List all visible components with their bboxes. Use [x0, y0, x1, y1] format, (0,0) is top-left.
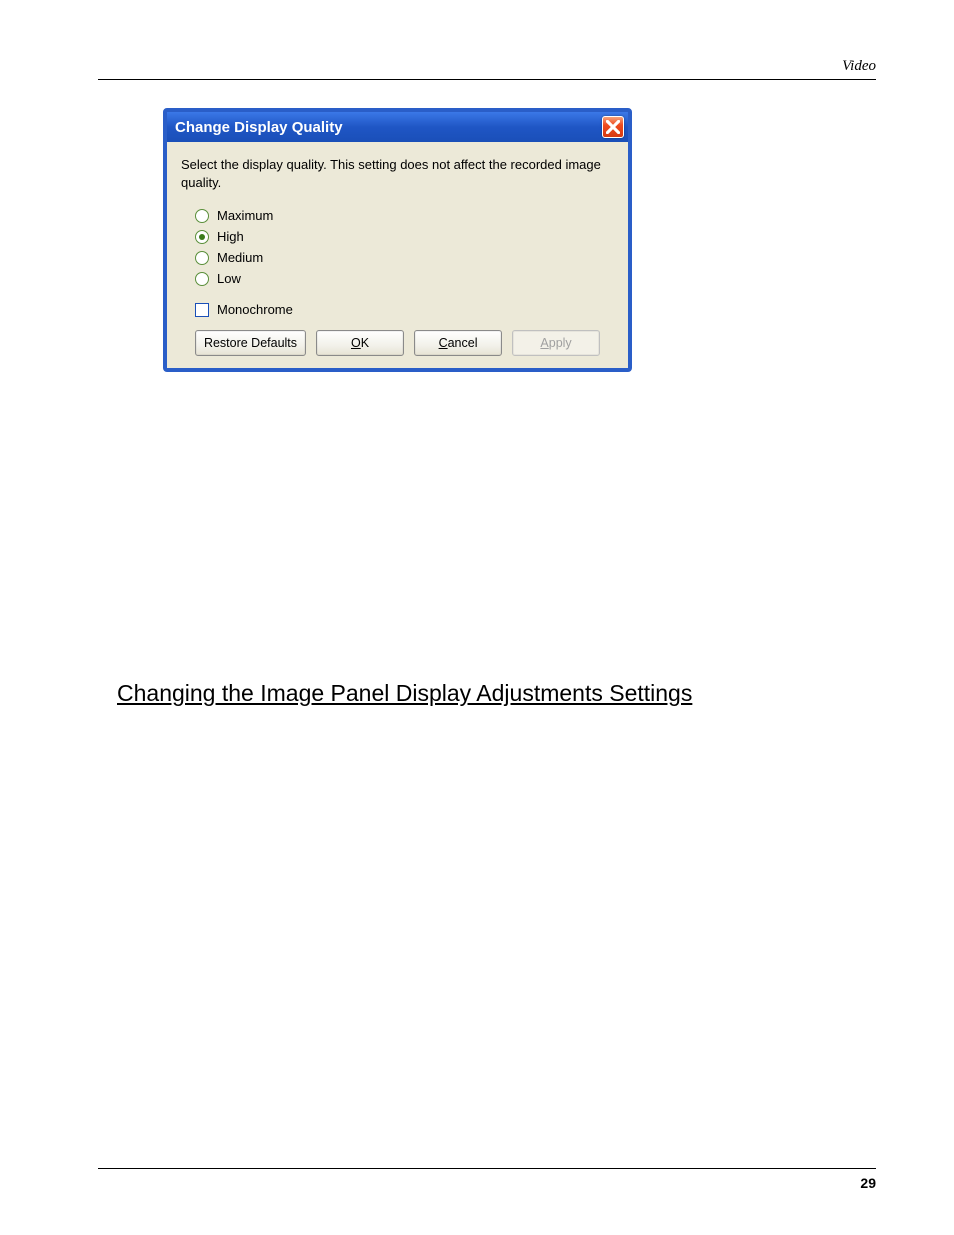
section-heading: Changing the Image Panel Display Adjustm… [117, 680, 692, 707]
radio-label: Low [217, 271, 241, 286]
radio-medium[interactable]: Medium [181, 247, 614, 268]
checkbox-icon [195, 303, 209, 317]
close-icon [606, 120, 620, 134]
page-footer: 29 [98, 1168, 876, 1191]
dialog-instruction: Select the display quality. This setting… [181, 156, 614, 191]
button-label: Cancel [439, 336, 478, 350]
button-label: Restore Defaults [204, 336, 297, 350]
apply-button: Apply [512, 330, 600, 356]
checkbox-monochrome[interactable]: Monochrome [181, 299, 614, 320]
radio-low[interactable]: Low [181, 268, 614, 289]
page-number: 29 [860, 1175, 876, 1191]
dialog-figure: Change Display Quality Select the displa… [163, 108, 632, 372]
radio-maximum[interactable]: Maximum [181, 205, 614, 226]
checkbox-label: Monochrome [217, 302, 293, 317]
radio-high[interactable]: High [181, 226, 614, 247]
radio-icon [195, 209, 209, 223]
close-button[interactable] [602, 116, 624, 138]
restore-defaults-button[interactable]: Restore Defaults [195, 330, 306, 356]
radio-label: Maximum [217, 208, 273, 223]
radio-label: High [217, 229, 244, 244]
page-header-section: Video [842, 58, 876, 74]
cancel-button[interactable]: Cancel [414, 330, 502, 356]
titlebar-text: Change Display Quality [175, 119, 343, 136]
titlebar: Change Display Quality [167, 112, 628, 142]
dialog-window: Change Display Quality Select the displa… [163, 108, 632, 372]
radio-icon [195, 230, 209, 244]
button-label: Apply [540, 336, 571, 350]
dialog-body: Select the display quality. This setting… [167, 142, 628, 368]
radio-label: Medium [217, 250, 263, 265]
button-row: Restore Defaults OK Cancel Apply [181, 320, 614, 356]
radio-icon [195, 251, 209, 265]
button-label: OK [351, 336, 369, 350]
radio-icon [195, 272, 209, 286]
ok-button[interactable]: OK [316, 330, 404, 356]
page-header: Video [98, 58, 876, 80]
